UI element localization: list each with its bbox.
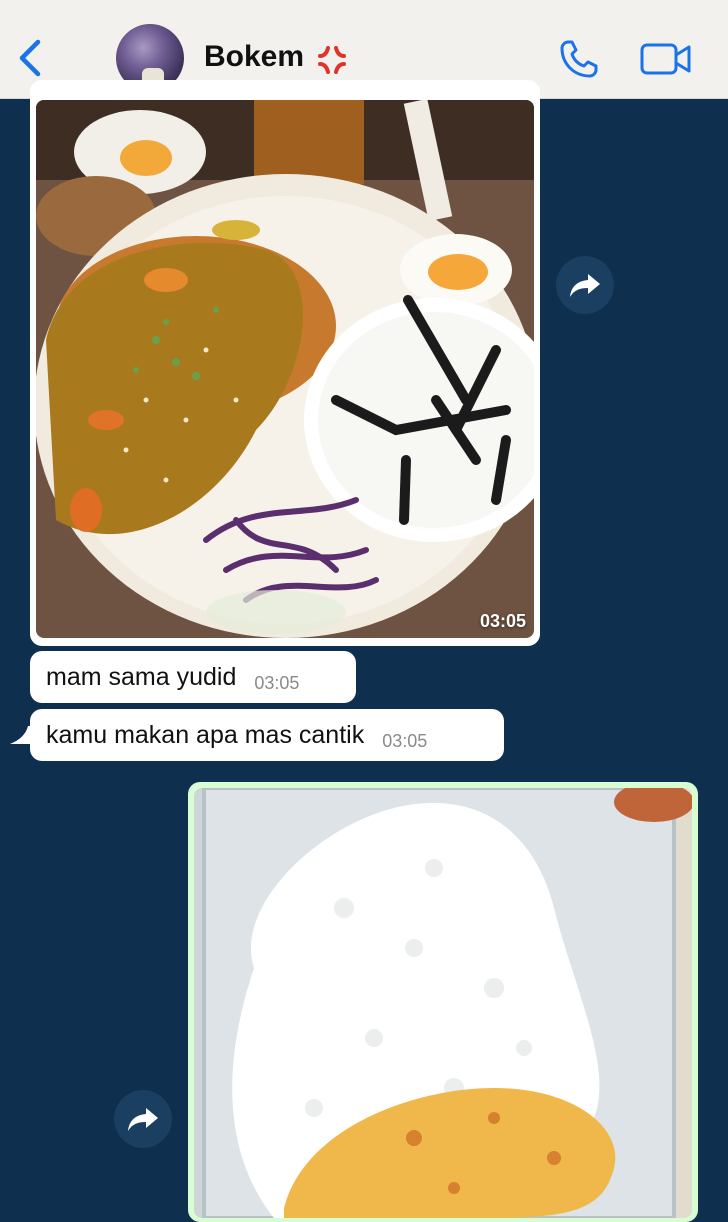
forward-arrow-icon [570,274,600,297]
chevron-left-icon[interactable] [14,36,48,80]
video-camera-icon[interactable] [640,40,692,78]
food-photo [194,788,692,1218]
forward-button[interactable] [114,1090,172,1148]
message-time: 03:05 [382,730,428,751]
forward-button[interactable] [556,256,614,314]
image-message-incoming[interactable]: 03:05 [30,80,540,646]
phone-icon[interactable] [558,38,602,80]
message-time: 03:05 [479,611,526,631]
message-time: 03:05 [254,672,300,693]
forward-arrow-icon [128,1108,158,1131]
message-bubble-incoming[interactable]: kamu makan apa mas cantik 03:05 [30,709,504,761]
food-photo [36,100,534,638]
image-message-outgoing[interactable] [188,782,698,1222]
contact-name[interactable]: Bokem [204,40,304,74]
message-bubble-incoming[interactable]: mam sama yudid 03:05 [30,651,356,703]
message-text: mam sama yudid [46,662,237,691]
anger-symbol-icon [318,46,346,74]
message-text: kamu makan apa mas cantik [46,720,365,749]
